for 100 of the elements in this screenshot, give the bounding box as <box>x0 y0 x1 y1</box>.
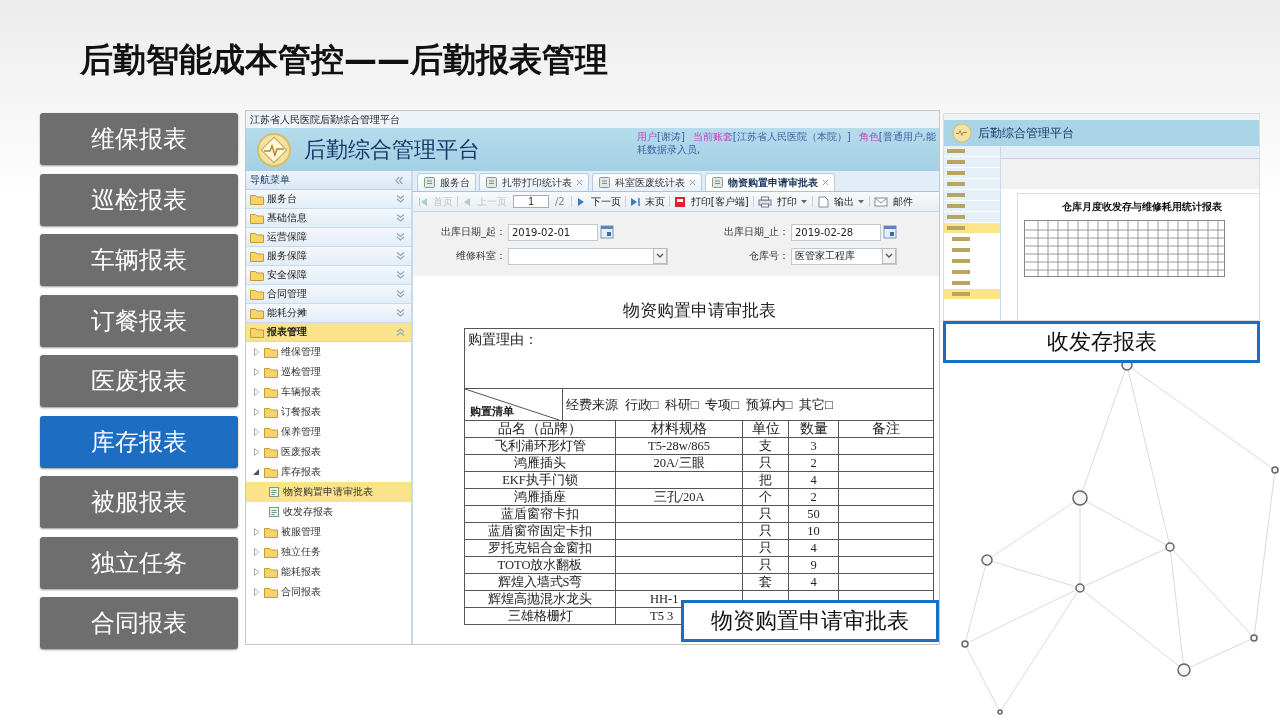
field-label: 出库日期_起： <box>440 225 507 239</box>
folder-icon <box>264 566 278 578</box>
table-cell: 套 <box>742 573 789 591</box>
window-title: 江苏省人民医院后勤综合管理平台 <box>246 111 939 128</box>
table-cell: 鸿雁插座 <box>464 488 616 506</box>
tab[interactable]: 服务台 <box>417 173 476 191</box>
toolbar-button[interactable]: 邮件 <box>872 194 914 209</box>
nav-section[interactable]: 能耗分摊 <box>246 304 411 323</box>
nav-section[interactable]: 服务台 <box>246 190 411 209</box>
tree-item[interactable]: 收发存报表 <box>246 502 411 522</box>
tree-item[interactable]: 库存报表 <box>246 462 411 482</box>
table-cell: 4 <box>788 573 839 591</box>
tree-item[interactable]: 被服管理 <box>246 522 411 542</box>
page-number-field[interactable]: 1 <box>513 195 549 208</box>
tree-item[interactable]: 保养管理 <box>246 422 411 442</box>
close-icon[interactable] <box>689 179 696 186</box>
last-page-icon <box>629 195 642 208</box>
report-menu-button[interactable]: 巡检报表 <box>40 173 238 226</box>
tree-item[interactable]: 物资购置申请审批表 <box>246 482 411 502</box>
table-cell: 4 <box>788 539 839 557</box>
expand-chevron-icon[interactable] <box>395 308 406 318</box>
tab[interactable]: 扎带打印统计表 <box>479 173 589 191</box>
select-field[interactable]: 医管家工程库 <box>791 247 897 265</box>
expand-chevron-icon[interactable] <box>395 251 406 261</box>
report-menu-button[interactable]: 合同报表 <box>40 597 238 649</box>
caption-label: 收发存报表 <box>943 321 1260 363</box>
expand-chevron-icon[interactable] <box>395 289 406 299</box>
user-info: 用户[谢涛] 当前账套[江苏省人民医院（本院）] 角色[普通用户,能耗数据录入员, <box>637 130 937 156</box>
dropdown-icon <box>653 248 667 264</box>
table-cell: 飞利浦环形灯管 <box>464 437 616 455</box>
table-cell: 2 <box>788 454 839 472</box>
table-cell: 4 <box>788 471 839 489</box>
tree-item[interactable]: 车辆报表 <box>246 382 411 402</box>
report-menu-button[interactable]: 医废报表 <box>40 355 238 407</box>
column-header: 材料规格 <box>615 420 743 438</box>
table-cell: EKF执手门锁 <box>464 471 616 489</box>
tab[interactable]: 科室医废统计表 <box>592 173 702 191</box>
tab[interactable]: 物资购置申请审批表 <box>705 173 835 191</box>
nav-title: 导航菜单 <box>250 173 290 187</box>
collapse-icon[interactable] <box>394 174 405 186</box>
report-icon <box>268 486 280 498</box>
folder-icon <box>264 386 278 398</box>
table-cell: 只 <box>742 556 789 574</box>
tree-item[interactable]: 独立任务 <box>246 542 411 562</box>
report-icon <box>268 506 280 518</box>
page-icon <box>598 176 611 189</box>
folder-icon <box>250 269 264 281</box>
tree-item[interactable]: 订餐报表 <box>246 402 411 422</box>
table-cell: 把 <box>742 471 789 489</box>
report-title: 仓库月度收发存与维修耗用统计报表 <box>1060 200 1223 214</box>
nav-section[interactable]: 基础信息 <box>246 209 411 228</box>
toolbar-button[interactable]: 输出 <box>815 194 866 209</box>
close-icon[interactable] <box>576 179 583 186</box>
date-field[interactable]: 2019-02-01 <box>508 223 598 241</box>
app-name: 后勤综合管理平台 <box>304 135 480 164</box>
expand-chevron-icon[interactable] <box>395 232 406 242</box>
folder-icon <box>264 406 278 418</box>
table-cell: 三孔/20A <box>615 488 743 506</box>
table-cell: 只 <box>742 539 789 557</box>
caret-icon <box>856 198 865 205</box>
report-menu-button[interactable]: 独立任务 <box>40 536 238 589</box>
date-field[interactable]: 2019-02-28 <box>791 223 881 241</box>
toolbar-button[interactable]: 打印 <box>756 194 809 209</box>
toolbar-button[interactable]: 打印[客户端] <box>672 194 750 209</box>
folder-icon <box>264 526 278 538</box>
folder-icon <box>250 250 264 262</box>
field-label: 出库日期_止： <box>723 225 790 239</box>
nav-section[interactable]: 报表管理 <box>246 323 411 342</box>
expander-icon[interactable] <box>252 467 261 477</box>
nav-section[interactable]: 运营保障 <box>246 228 411 247</box>
calendar-icon[interactable] <box>883 225 897 239</box>
nav-section[interactable]: 合同管理 <box>246 285 411 304</box>
report-menu-button[interactable]: 库存报表 <box>40 415 238 468</box>
column-header: 数量 <box>788 420 839 438</box>
expand-chevron-icon[interactable] <box>395 213 406 223</box>
envelope-icon <box>873 195 890 208</box>
toolbar-button[interactable]: 末页 <box>628 194 666 209</box>
toolbar-button[interactable]: 下一页 <box>574 194 622 209</box>
table-cell: 只 <box>742 454 789 472</box>
tree-item[interactable]: 维保管理 <box>246 342 411 362</box>
select-field[interactable] <box>508 247 668 265</box>
tree-item[interactable]: 合同报表 <box>246 582 411 602</box>
nav-section[interactable]: 服务保障 <box>246 247 411 266</box>
tree-item[interactable]: 巡检管理 <box>246 362 411 382</box>
close-icon[interactable] <box>822 179 829 186</box>
report-menu-button[interactable]: 被服报表 <box>40 476 238 528</box>
table-cell: 个 <box>742 488 789 506</box>
expand-chevron-icon[interactable] <box>395 270 406 280</box>
pdf-icon <box>673 195 688 208</box>
table-cell: 鸿雁插头 <box>464 454 616 472</box>
calendar-icon[interactable] <box>600 225 614 239</box>
report-menu-button[interactable]: 订餐报表 <box>40 294 238 347</box>
expand-chevron-icon[interactable] <box>395 194 406 204</box>
collapse-chevron-icon[interactable] <box>395 327 406 337</box>
report-menu-button[interactable]: 维保报表 <box>40 113 238 165</box>
tree-item[interactable]: 医废报表 <box>246 442 411 462</box>
tree-item[interactable]: 能耗报表 <box>246 562 411 582</box>
logo-icon <box>952 123 972 143</box>
report-menu-button[interactable]: 车辆报表 <box>40 234 238 286</box>
nav-section[interactable]: 安全保障 <box>246 266 411 285</box>
